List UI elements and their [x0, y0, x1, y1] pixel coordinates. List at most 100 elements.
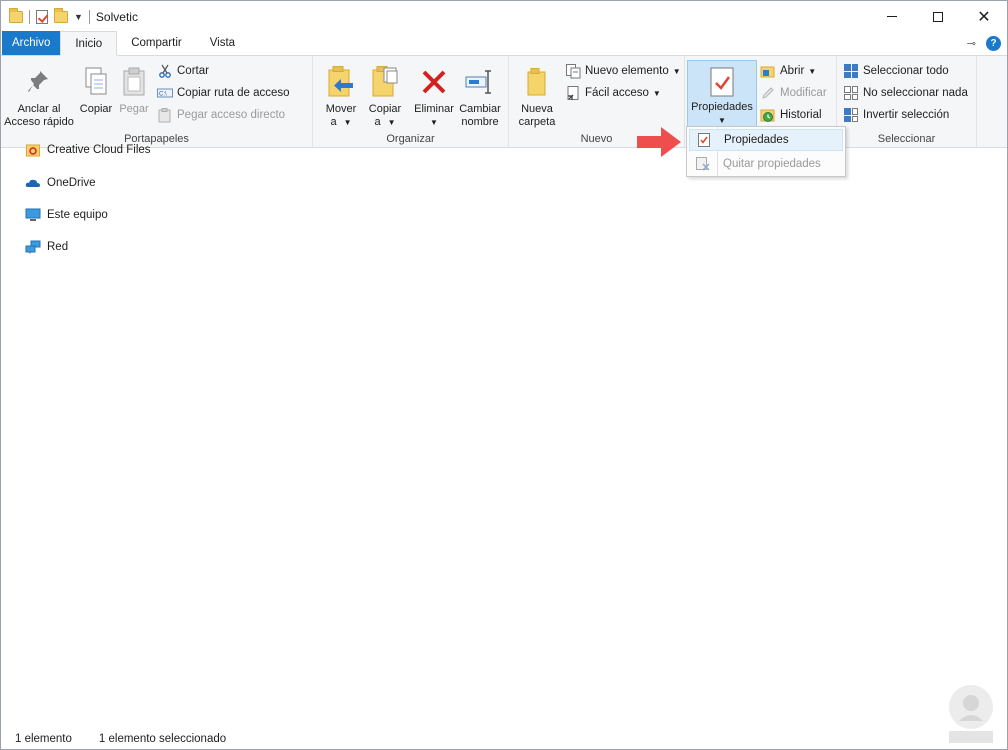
rename-icon [465, 64, 495, 100]
network-icon [25, 240, 41, 254]
menu-label-quitar-propiedades: Quitar propiedades [723, 158, 821, 170]
status-selected-count: 1 elemento seleccionado [98, 733, 227, 745]
separator [29, 9, 30, 24]
copy-label: Copiar [79, 103, 113, 115]
red-arrow-annotation [637, 126, 683, 161]
group-label-seleccionar: Seleccionar [877, 133, 936, 145]
delete-label: Eliminar [414, 103, 454, 115]
rename-label-2: nombre [461, 116, 499, 128]
group-label-organizar: Organizar [386, 133, 435, 145]
tab-archivo[interactable]: Archivo [2, 31, 61, 55]
close-icon: ✕ [977, 8, 991, 26]
invert-selection-icon [843, 107, 859, 123]
minimize-button[interactable] [869, 1, 915, 32]
cut-button[interactable]: Cortar [157, 60, 290, 82]
scissors-icon [157, 63, 173, 79]
copy-path-label: Copiar ruta de acceso [177, 87, 290, 99]
onedrive-icon [25, 176, 41, 190]
copy-to-label-1: Copiar [368, 103, 402, 115]
window-title: Solvetic [95, 9, 138, 24]
edit-icon [760, 85, 776, 101]
creative-cloud-icon [25, 143, 41, 157]
tab-inicio[interactable]: Inicio [60, 31, 118, 56]
maximize-button[interactable] [915, 1, 961, 32]
title-bar: ▼ Solvetic ✕ [1, 1, 1007, 32]
open-button[interactable]: Abrir ▼ [760, 60, 827, 82]
paste-shortcut-icon [157, 107, 173, 123]
menu-item-propiedades[interactable]: Propiedades [689, 129, 843, 151]
select-all-icon [843, 63, 859, 79]
easy-access-icon [565, 85, 581, 101]
pin-label-1: Anclar al [17, 103, 61, 115]
maximize-icon [933, 11, 943, 22]
new-item-label: Nuevo elemento [585, 65, 669, 77]
tab-compartir[interactable]: Compartir [117, 31, 195, 55]
solvetic-watermark-logo [941, 679, 1001, 747]
new-folder-label-1: Nueva [521, 103, 553, 115]
cut-label: Cortar [177, 65, 209, 77]
ribbon: Anclar al Acceso rápido Copiar Pegar Cor… [1, 56, 1007, 148]
paste-icon [121, 64, 147, 100]
new-folder-quick-icon[interactable] [54, 7, 68, 23]
nav-label-creative-cloud: Creative Cloud Files [47, 144, 151, 156]
paste-label: Pegar [119, 103, 149, 115]
group-seleccionar: Seleccionar todo No seleccionar nada Inv… [837, 56, 977, 148]
properties-dropdown-menu: Propiedades Quitar propiedades [686, 126, 846, 177]
help-icon[interactable]: ? [986, 36, 1001, 51]
edit-button[interactable]: Modificar [760, 82, 827, 104]
copy-path-button[interactable]: C:\ Copiar ruta de acceso [157, 82, 290, 104]
delete-caret[interactable]: ▼ [430, 116, 438, 129]
select-none-label: No seleccionar nada [863, 87, 968, 99]
copy-to-label-2: a ▼ [374, 116, 396, 128]
properties-label: Propiedades [691, 101, 753, 113]
group-organizar: Mover a ▼ Copiar a ▼ Eliminar ▼ Cambiar … [313, 56, 509, 148]
delete-icon [420, 64, 448, 100]
computer-icon [25, 208, 41, 222]
tab-vista[interactable]: Vista [196, 31, 249, 55]
history-button[interactable]: Historial [760, 104, 827, 126]
select-all-label: Seleccionar todo [863, 65, 949, 77]
nav-label-onedrive: OneDrive [47, 177, 96, 189]
copy-to-icon [371, 64, 399, 100]
pin-icon [26, 64, 52, 100]
paste-shortcut-label: Pegar acceso directo [177, 109, 286, 121]
copy-icon [83, 64, 109, 100]
customize-qat-icon[interactable]: ▼ [74, 12, 83, 22]
minimize-icon [887, 16, 897, 17]
status-item-count: 1 elemento [15, 733, 72, 745]
nav-item-creative-cloud[interactable]: Creative Cloud Files [25, 143, 151, 157]
invert-selection-button[interactable]: Invertir selección [843, 104, 968, 126]
new-item-icon [565, 63, 581, 79]
close-button[interactable]: ✕ [961, 1, 1007, 32]
svg-text:C:\: C:\ [159, 92, 167, 98]
history-label: Historial [780, 109, 822, 121]
nav-label-este-equipo: Este equipo [47, 209, 108, 221]
ribbon-tabs: Archivo Inicio Compartir Vista ⊸ ? [1, 31, 1007, 56]
edit-label: Modificar [780, 87, 827, 99]
open-label: Abrir [780, 65, 805, 77]
easy-access-button[interactable]: Fácil acceso ▼ [565, 82, 681, 104]
menu-item-quitar-propiedades[interactable]: Quitar propiedades [689, 153, 843, 175]
properties-menu-icon [690, 133, 718, 147]
copy-path-icon: C:\ [157, 85, 173, 101]
nav-item-red[interactable]: Red [25, 240, 68, 254]
paste-shortcut-button[interactable]: Pegar acceso directo [157, 104, 290, 126]
easy-access-label: Fácil acceso [585, 87, 649, 99]
invert-selection-label: Invertir selección [863, 109, 950, 121]
properties-button[interactable]: Propiedades ▼ [687, 60, 757, 128]
quick-access-toolbar: ▼ [1, 7, 90, 24]
history-icon [760, 107, 776, 123]
properties-icon [709, 65, 735, 98]
new-item-button[interactable]: Nuevo elemento ▼ [565, 60, 681, 82]
nav-item-este-equipo[interactable]: Este equipo [25, 208, 108, 222]
properties-quick-icon[interactable] [36, 9, 48, 24]
select-none-button[interactable]: No seleccionar nada [843, 82, 968, 104]
new-folder-label-2: carpeta [518, 116, 556, 128]
nav-item-onedrive[interactable]: OneDrive [25, 176, 96, 190]
select-all-button[interactable]: Seleccionar todo [843, 60, 968, 82]
group-portapapeles: Anclar al Acceso rápido Copiar Pegar Cor… [1, 56, 313, 148]
pin-ribbon-icon[interactable]: ⊸ [967, 37, 976, 50]
pin-label-2: Acceso rápido [4, 116, 74, 128]
status-bar: 1 elemento 1 elemento seleccionado [1, 728, 1007, 750]
explorer-window: ▼ Solvetic ✕ Archivo Inicio Compartir Vi… [0, 0, 1008, 750]
